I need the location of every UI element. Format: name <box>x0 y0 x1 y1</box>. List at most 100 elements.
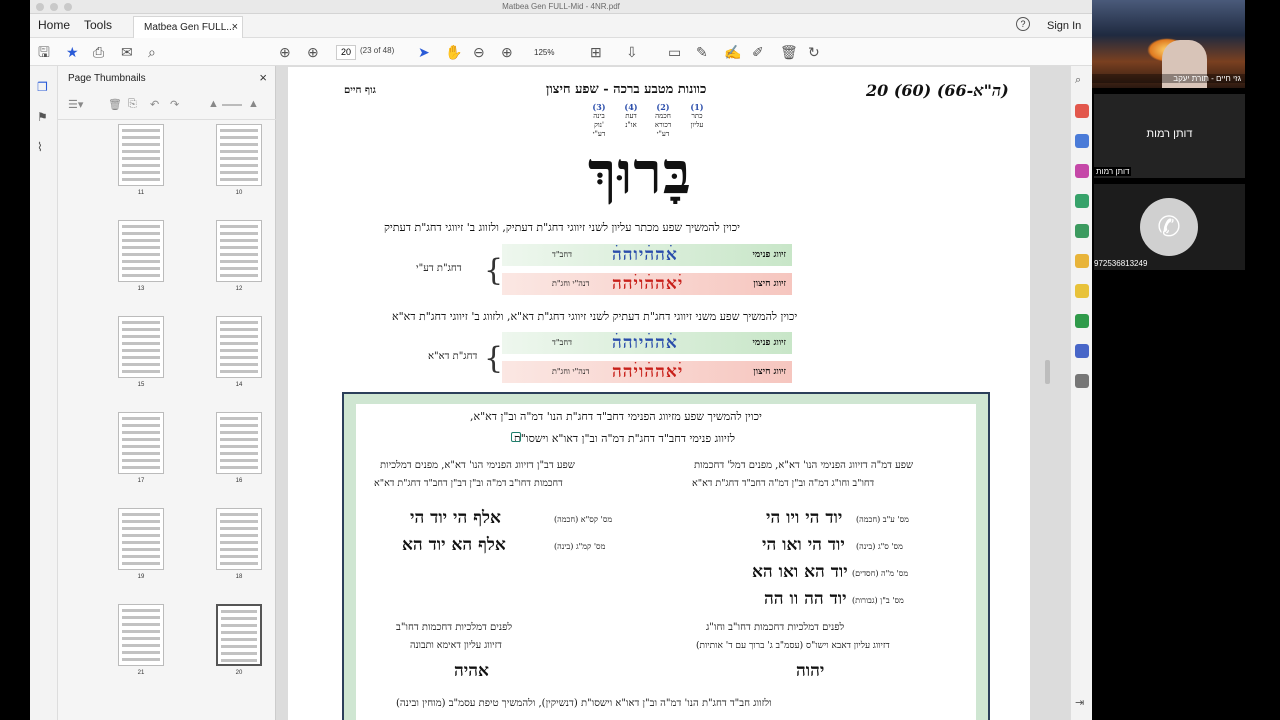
menu-tools[interactable]: Tools <box>84 18 112 32</box>
comment-tool-icon[interactable] <box>1075 254 1089 268</box>
more-tools-icon[interactable] <box>1075 374 1089 388</box>
zoom-level-select[interactable]: 125% <box>528 45 576 60</box>
note-icon[interactable] <box>511 432 521 442</box>
page-thumbnail[interactable] <box>118 316 164 378</box>
thumbnail-label: 21 <box>137 670 145 676</box>
help-icon[interactable]: ? <box>1016 17 1030 31</box>
pdf-page: (ה"א-66) (60) 20 כוונות מטבע ברכה - שפע … <box>288 67 1030 720</box>
draw-icon[interactable]: ✍ <box>724 42 741 62</box>
divine-name: יוד הא ואו הא <box>752 562 848 582</box>
page-thumbnail[interactable] <box>118 124 164 186</box>
page-thumbnail[interactable] <box>118 604 164 666</box>
create-pdf-icon[interactable] <box>1075 104 1089 118</box>
rotate-icon[interactable]: ↻ <box>808 42 820 62</box>
search-icon[interactable]: ⌕ <box>148 42 156 62</box>
page-number-heading: (ה"א-66) (60) 20 <box>866 81 1009 100</box>
page-thumbnail[interactable] <box>118 508 164 570</box>
sefira-column: (4) דעת או"נ <box>624 102 638 130</box>
protect-icon[interactable] <box>1075 344 1089 358</box>
main-word: בָּרוּךְ <box>588 139 692 207</box>
thumbnail-options-icon[interactable]: ☰▾ <box>68 98 83 111</box>
left-column-heading: דחכמות דחו"ב דמ"ה וב"ן דב"ן דחב"ד דחג"ת … <box>374 478 563 489</box>
redo-icon[interactable]: ↷ <box>170 98 179 111</box>
participant-tile[interactable]: דותן רמות דותן רמות <box>1094 94 1245 178</box>
page-count-label: (23 of 48) <box>360 46 395 55</box>
window-title: Matbea Gen FULL-Mid - 4NR.pdf <box>502 2 620 11</box>
close-thumbnails-icon[interactable]: × <box>259 70 267 85</box>
thumbnail-size-slider[interactable] <box>222 104 242 106</box>
page-thumbnails-icon[interactable]: ❐ <box>37 80 48 94</box>
scroll-mode-icon[interactable]: ⇩ <box>626 42 638 62</box>
highlight-icon[interactable]: ✎ <box>696 42 708 62</box>
collapse-panel-icon[interactable]: ⇥ <box>1075 696 1089 710</box>
export-pdf-icon[interactable] <box>1075 224 1089 238</box>
thumbnail-label: 12 <box>235 286 243 292</box>
delete-page-icon[interactable]: 🗑 <box>108 98 122 111</box>
divine-name: אלף הי יוד הי <box>410 508 501 528</box>
kavana-box-inner: יכוין להמשיך שפע מזיווג הפנימי דחב"ד דחג… <box>356 404 976 720</box>
kavana-line: יכוין להמשיך שפע מכתר עליון לשני זיווגי … <box>384 221 741 234</box>
minimize-window-dot[interactable] <box>50 3 58 11</box>
page-number-input[interactable]: 20 <box>336 45 356 60</box>
email-icon[interactable]: ✉ <box>121 42 133 62</box>
combine-files-icon[interactable] <box>1075 134 1089 148</box>
fill-sign-icon[interactable]: ✐ <box>752 42 764 62</box>
attachment-icon[interactable]: ⌇ <box>37 140 43 154</box>
document-scrollbar[interactable] <box>1045 360 1050 384</box>
page-layout-icon[interactable]: ⊞ <box>590 42 602 62</box>
left-footer-line: לפנים דמלכיות דחכמות דחו"ב <box>396 622 513 633</box>
save-icon[interactable]: 🖫 <box>38 42 50 62</box>
comment-icon[interactable]: ▭ <box>668 42 681 62</box>
page-thumbnail[interactable] <box>216 124 262 186</box>
organize-pages-icon[interactable] <box>1075 164 1089 178</box>
print-production-icon[interactable] <box>1075 314 1089 328</box>
left-footer-line: דזיווג עליון דאימא ותבונה <box>410 640 502 651</box>
undo-icon[interactable]: ↶ <box>150 98 159 111</box>
thumbnails-toolbar: ☰▾ 🗑 ⎘ ↶ ↷ ▲ ▲ <box>58 90 276 120</box>
next-page-icon[interactable]: ⊕ <box>307 42 319 62</box>
bookmark-icon[interactable]: ⚑ <box>37 110 48 124</box>
extract-page-icon[interactable]: ⎘ <box>128 98 137 111</box>
thumbnail-label: 16 <box>235 478 243 484</box>
thumbnail-small-icon[interactable]: ▲ <box>208 98 219 110</box>
zoom-window-dot[interactable] <box>64 3 72 11</box>
document-area: (ה"א-66) (60) 20 כוונות מטבע ברכה - שפע … <box>276 66 1070 720</box>
hand-tool-icon[interactable]: ✋ <box>445 42 462 62</box>
print-icon[interactable]: ⎙ <box>93 42 104 62</box>
right-footer-line: לפנים דמלכיות דחכמות דחו"ב וחו"ג <box>706 622 845 633</box>
edit-pdf-icon[interactable] <box>1075 194 1089 208</box>
brace-icon: { <box>484 341 504 376</box>
page-thumbnail[interactable] <box>216 604 262 666</box>
divine-name: אהיה <box>454 661 489 681</box>
thumbnail-label: 10 <box>235 190 243 196</box>
close-window-dot[interactable] <box>36 3 44 11</box>
sign-in-link[interactable]: Sign In <box>1047 20 1081 32</box>
prev-page-icon[interactable]: ⊕ <box>279 42 291 62</box>
box-intro-line: יכוין להמשיך שפע מזיווג הפנימי דחב"ד דחג… <box>470 410 762 423</box>
zoom-out-icon[interactable]: ⊖ <box>473 42 485 62</box>
thumbnail-large-icon[interactable]: ▲ <box>248 98 259 110</box>
page-thumbnail[interactable] <box>216 508 262 570</box>
page-thumbnail[interactable] <box>118 220 164 282</box>
page-thumbnail[interactable] <box>216 316 262 378</box>
zivug-row: זיווג פנימי אׄההׄיוההׄ דחב"ד <box>502 244 792 266</box>
select-cursor-icon[interactable]: ➤ <box>418 42 430 62</box>
menu-home[interactable]: Home <box>38 18 70 32</box>
delete-icon[interactable]: 🗑 <box>780 42 798 62</box>
participant-label: דותן רמות <box>1094 167 1132 176</box>
menu-bar: Home Tools Matbea Gen FULL... × ? Sign I… <box>30 14 1092 38</box>
search-icon[interactable]: ⌕ <box>1075 74 1089 88</box>
annotate-icon[interactable] <box>1075 284 1089 298</box>
sefira-column: (1) כתר עליון <box>690 102 704 130</box>
participant-tile[interactable]: ✆ 972536813249 <box>1094 184 1245 270</box>
page-thumbnail[interactable] <box>216 412 262 474</box>
kavana-box: יכוין להמשיך שפע מזיווג הפנימי דחב"ד דחג… <box>342 392 990 720</box>
toolbar: 🖫 ★ ⎙ ✉ ⌕ ⊕ ⊕ 20 (23 of 48) ➤ ✋ ⊖ ⊕ 125%… <box>30 38 1092 66</box>
zoom-in-icon[interactable]: ⊕ <box>501 42 513 62</box>
document-tab[interactable]: Matbea Gen FULL... × <box>133 16 243 38</box>
star-icon[interactable]: ★ <box>66 42 79 62</box>
page-thumbnail[interactable] <box>216 220 262 282</box>
zivug-row: זיווג חיצון יׄאההׄויׄהה דנה"י וחג"ת <box>502 361 792 383</box>
close-tab-icon[interactable]: × <box>232 17 238 38</box>
page-thumbnail[interactable] <box>118 412 164 474</box>
